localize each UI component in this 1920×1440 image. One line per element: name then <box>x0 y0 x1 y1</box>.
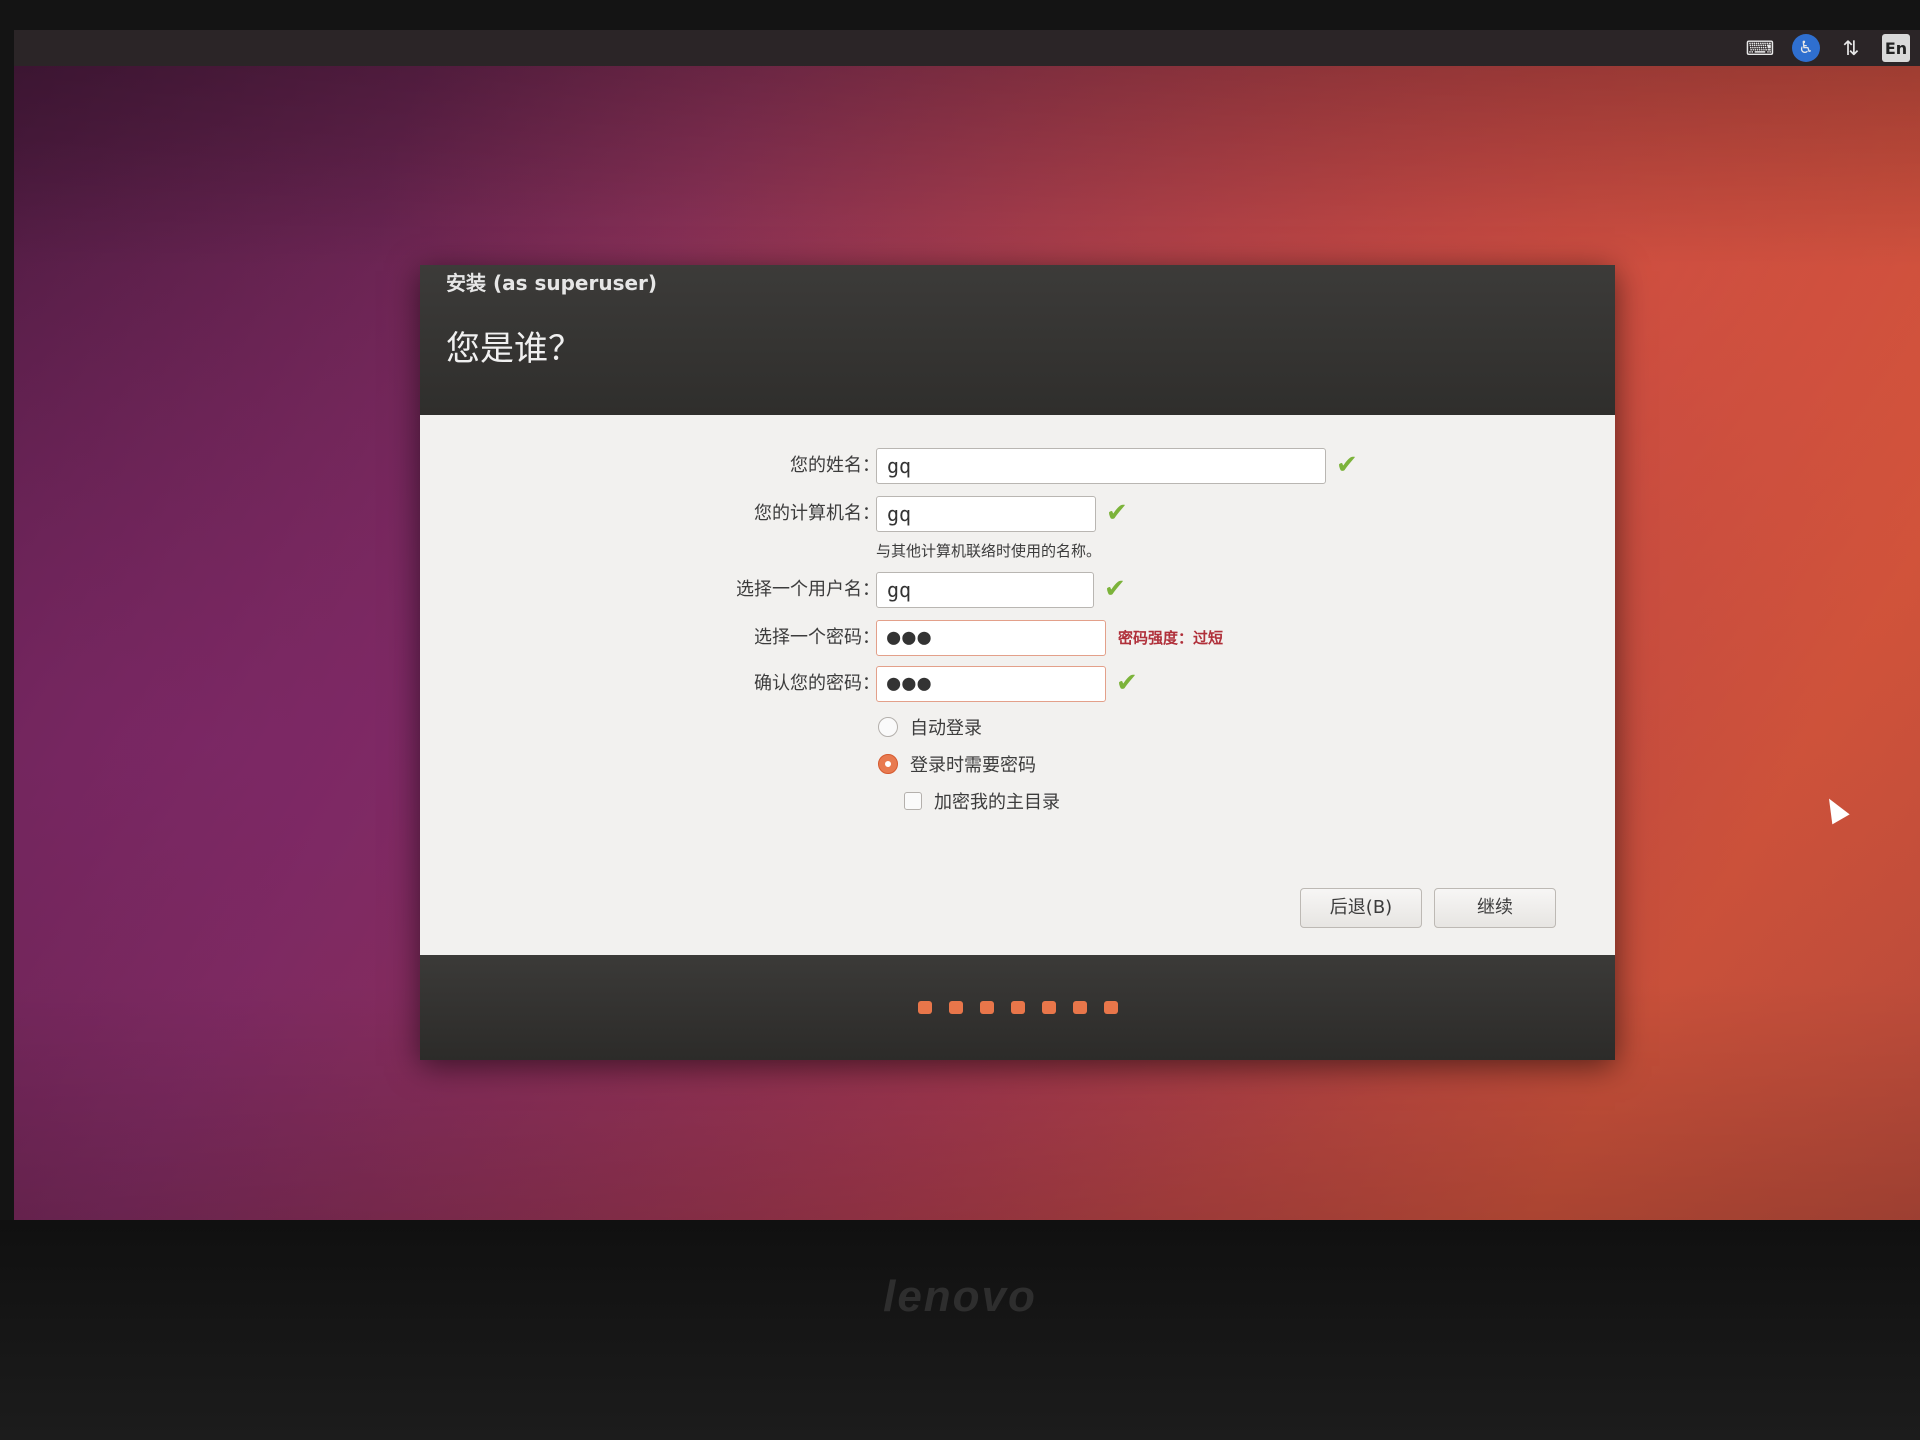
encrypt-home-option[interactable]: 加密我的主目录 <box>904 788 1060 814</box>
window-title: 安装 (as superuser) <box>446 271 658 295</box>
progress-step-dot <box>1041 1001 1056 1014</box>
require-password-label: 登录时需要密码 <box>910 755 1036 776</box>
password-input[interactable]: ●●● <box>876 620 1106 656</box>
computer-name-hint: 与其他计算机联络时使用的名称。 <box>876 542 1102 560</box>
progress-step-dot <box>1010 1001 1025 1014</box>
encrypt-home-label: 加密我的主目录 <box>934 792 1060 813</box>
auto-login-radio[interactable] <box>878 717 898 737</box>
network-updown-icon[interactable]: ⇅ <box>1834 34 1868 62</box>
password-label: 选择一个密码： <box>754 627 880 648</box>
progress-step-dot <box>948 1001 963 1014</box>
language-indicator[interactable]: En <box>1882 34 1910 62</box>
username-label: 选择一个用户名： <box>736 579 880 600</box>
password-strength-label: 密码强度：过短 <box>1118 629 1224 647</box>
progress-footer <box>420 955 1615 1060</box>
encrypt-home-checkbox[interactable] <box>904 792 922 810</box>
confirm-password-input[interactable]: ●●● <box>876 666 1106 702</box>
accessibility-icon[interactable]: ♿ <box>1792 34 1820 62</box>
page-title: 您是谁？ <box>446 329 582 369</box>
computer-name-label: 您的计算机名： <box>754 503 880 524</box>
progress-dots <box>420 1001 1615 1014</box>
top-panel: ⌨ ♿ ⇅ En <box>14 30 1920 66</box>
confirm-password-valid-check-icon: ✔ <box>1116 668 1138 698</box>
name-row: 您的姓名： gq ✔ <box>420 448 1615 484</box>
computer-name-input[interactable]: gq <box>876 496 1096 532</box>
auto-login-label: 自动登录 <box>910 718 982 739</box>
installer-window: 安装 (as superuser) 您是谁？ 您的姓名： gq ✔ 您的计算机名… <box>420 265 1615 1060</box>
require-password-option[interactable]: 登录时需要密码 <box>878 751 1036 777</box>
computer-name-row: 您的计算机名： gq ✔ <box>420 496 1615 532</box>
username-valid-check-icon: ✔ <box>1104 574 1126 604</box>
progress-step-dot <box>917 1001 932 1014</box>
back-button[interactable]: 后退(B) <box>1300 888 1422 928</box>
keyboard-icon[interactable]: ⌨ <box>1742 34 1778 62</box>
confirm-password-row: 确认您的密码： ●●● ✔ <box>420 666 1615 702</box>
require-password-radio[interactable] <box>878 754 898 774</box>
name-label: 您的姓名： <box>790 455 880 476</box>
confirm-password-label: 确认您的密码： <box>754 673 880 694</box>
window-header: 安装 (as superuser) 您是谁？ <box>420 265 1615 415</box>
monitor-brand-logo: lenovo <box>883 1272 1037 1321</box>
progress-step-dot <box>1072 1001 1087 1014</box>
password-row: 选择一个密码： ●●● 密码强度：过短 <box>420 620 1615 656</box>
continue-button[interactable]: 继续 <box>1434 888 1556 928</box>
name-valid-check-icon: ✔ <box>1336 450 1358 480</box>
name-input[interactable]: gq <box>876 448 1326 484</box>
username-input[interactable]: gq <box>876 572 1094 608</box>
progress-step-dot <box>979 1001 994 1014</box>
progress-step-dot <box>1103 1001 1118 1014</box>
monitor-bezel <box>0 1220 1920 1440</box>
username-row: 选择一个用户名： gq ✔ <box>420 572 1615 608</box>
auto-login-option[interactable]: 自动登录 <box>878 714 982 740</box>
computer-name-valid-check-icon: ✔ <box>1106 498 1128 528</box>
